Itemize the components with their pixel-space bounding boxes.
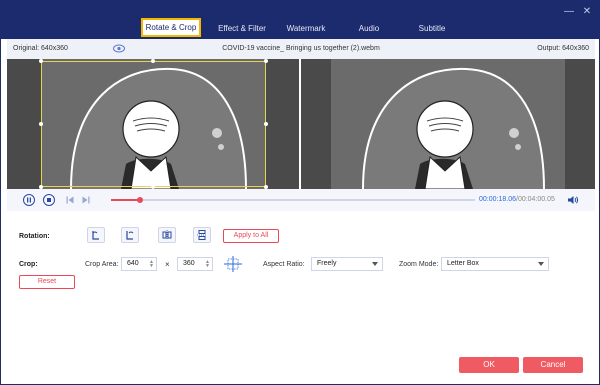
- flip-vertical-icon: [197, 230, 207, 240]
- crop-label: Crop:: [19, 261, 38, 268]
- pause-icon[interactable]: [23, 194, 35, 206]
- chevron-down-icon: [538, 262, 544, 266]
- file-name: COVID-19 vaccine_ Bringing us together (…: [222, 45, 380, 52]
- apply-to-all-button[interactable]: Apply to All: [223, 229, 279, 243]
- center-crop-icon[interactable]: [223, 255, 243, 273]
- total-duration: 00:04:00.05: [517, 196, 555, 203]
- stop-icon[interactable]: [43, 194, 55, 206]
- crop-area-label: Crop Area:: [85, 261, 119, 268]
- current-time: 00:00:18.06: [479, 196, 516, 203]
- volume-icon[interactable]: [567, 195, 579, 205]
- zoom-mode-select[interactable]: Letter Box: [441, 257, 549, 271]
- tab-watermark[interactable]: Watermark: [279, 19, 333, 39]
- playback-bar: 00:00:18.06/00:04:00.05: [7, 189, 595, 211]
- crop-height-value: 360: [183, 260, 195, 267]
- aspect-ratio-value: Freely: [317, 260, 337, 267]
- minimize-icon[interactable]: —: [563, 6, 575, 18]
- crop-handle-top[interactable]: [151, 59, 155, 63]
- ok-button[interactable]: OK: [459, 357, 519, 373]
- next-frame-icon[interactable]: [81, 195, 91, 205]
- cancel-button[interactable]: Cancel: [523, 357, 583, 373]
- crop-height-input[interactable]: 360 ▲ ▼: [177, 257, 213, 271]
- close-icon[interactable]: ✕: [581, 6, 593, 18]
- zoom-mode-value: Letter Box: [447, 260, 479, 267]
- aspect-ratio-select[interactable]: Freely: [311, 257, 383, 271]
- seek-progress: [111, 199, 141, 201]
- rotate-crop-window: Rotate & Crop Effect & Filter Watermark …: [0, 0, 600, 385]
- times-sign: ×: [165, 260, 170, 269]
- aspect-ratio-label: Aspect Ratio:: [263, 261, 305, 268]
- rotate-left-icon: [92, 231, 99, 240]
- width-stepper-icon[interactable]: ▲ ▼: [149, 260, 154, 269]
- crop-rectangle[interactable]: [41, 61, 266, 187]
- chevron-down-icon: [372, 262, 378, 266]
- rotate-right-button[interactable]: [121, 227, 139, 243]
- header-bar: Rotate & Crop Effect & Filter Watermark …: [1, 1, 599, 39]
- rotation-label: Rotation:: [19, 233, 50, 240]
- video-frame-output: [331, 59, 565, 189]
- rotate-left-button[interactable]: [87, 227, 105, 243]
- crop-width-input[interactable]: 640 ▲ ▼: [121, 257, 157, 271]
- time-display: 00:00:18.06/00:04:00.05: [479, 196, 555, 203]
- crop-handle-left[interactable]: [39, 122, 43, 126]
- output-resolution: Output: 640x360: [537, 45, 589, 52]
- crop-width-value: 640: [127, 260, 139, 267]
- tab-rotate-crop[interactable]: Rotate & Crop: [141, 18, 201, 37]
- info-bar: Original: 640x360 COVID-19 vaccine_ Brin…: [7, 39, 595, 59]
- output-preview: [301, 59, 595, 189]
- flip-horizontal-button[interactable]: [158, 227, 176, 243]
- crop-handle-top-left[interactable]: [39, 59, 43, 63]
- flip-vertical-button[interactable]: [193, 227, 211, 243]
- tab-audio[interactable]: Audio: [351, 19, 387, 39]
- zoom-mode-label: Zoom Mode:: [399, 261, 439, 268]
- tab-effect-filter[interactable]: Effect & Filter: [211, 19, 273, 39]
- seek-handle[interactable]: [137, 197, 144, 203]
- flip-horizontal-icon: [162, 230, 172, 240]
- height-stepper-icon[interactable]: ▲ ▼: [205, 260, 210, 269]
- original-preview: [7, 59, 299, 189]
- reset-button[interactable]: Reset: [19, 275, 75, 289]
- crop-handle-right[interactable]: [264, 122, 268, 126]
- rotate-right-icon: [126, 231, 134, 240]
- tab-subtitle[interactable]: Subtitle: [409, 19, 455, 39]
- previous-frame-icon[interactable]: [65, 195, 75, 205]
- crop-handle-top-right[interactable]: [264, 59, 268, 63]
- seek-track[interactable]: [111, 197, 475, 203]
